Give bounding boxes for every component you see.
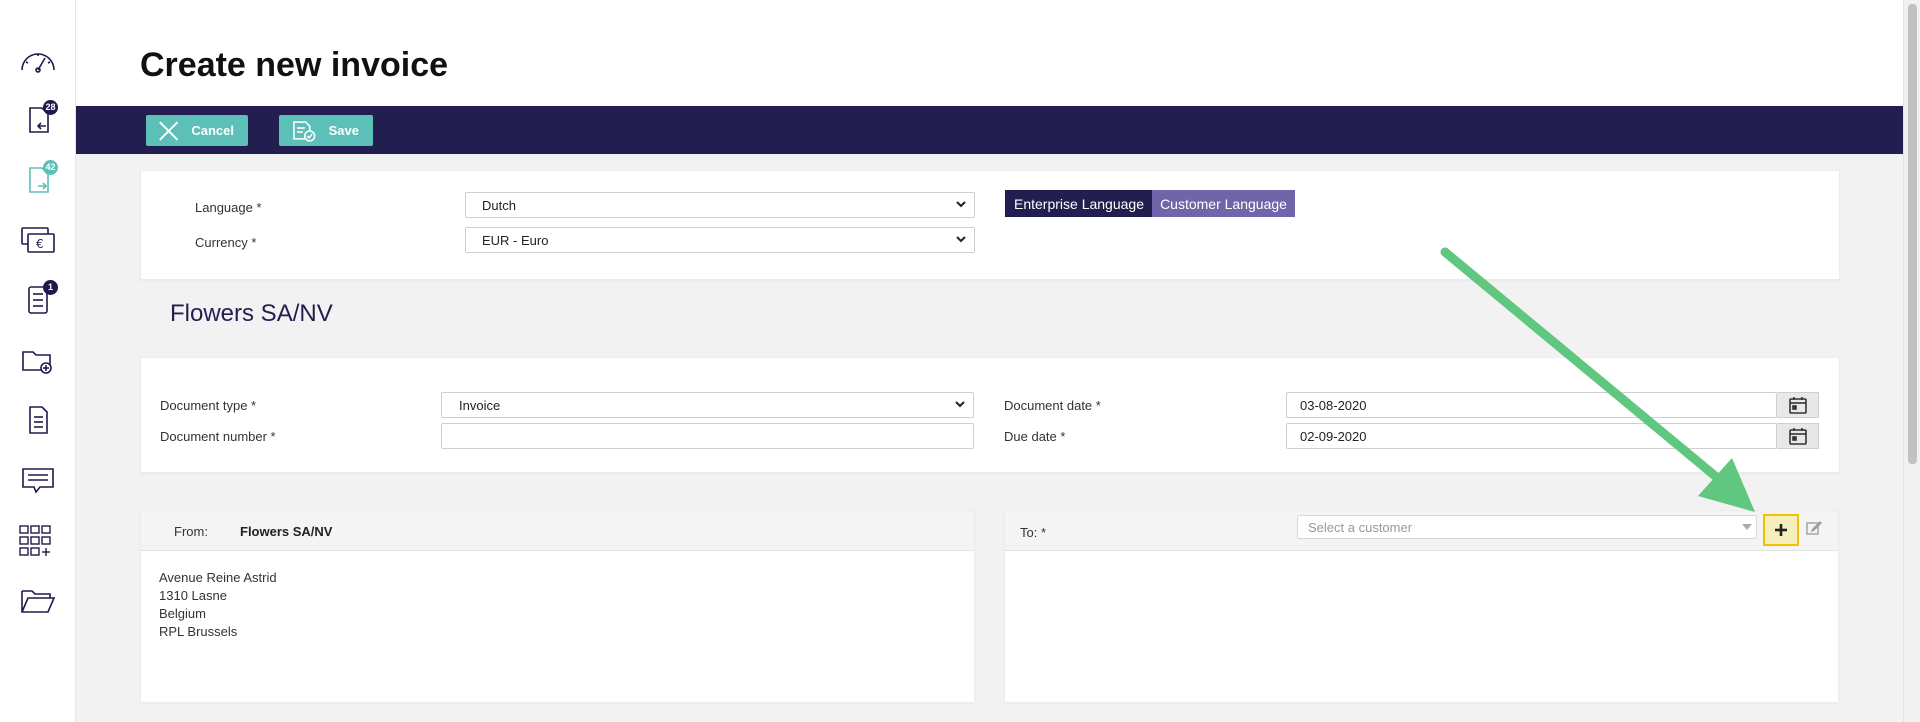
chevron-down-icon bbox=[956, 201, 966, 208]
due-date-calendar-button[interactable] bbox=[1777, 423, 1819, 449]
language-currency-card bbox=[140, 170, 1840, 280]
sidebar: 28 42 € 1 bbox=[0, 0, 76, 722]
edit-customer-button[interactable] bbox=[1800, 515, 1828, 541]
chevron-down-icon bbox=[955, 401, 965, 408]
customer-language-button[interactable]: Customer Language bbox=[1152, 190, 1295, 217]
document-date-input[interactable]: 03-08-2020 bbox=[1286, 392, 1777, 418]
chevron-down-icon bbox=[956, 236, 966, 243]
messages-icon bbox=[22, 468, 54, 494]
address-line: 1310 Lasne bbox=[159, 588, 227, 603]
action-toolbar: Cancel Save bbox=[76, 106, 1903, 154]
sidebar-item-folder[interactable] bbox=[18, 580, 58, 620]
address-line: RPL Brussels bbox=[159, 624, 238, 639]
caret-down-icon bbox=[1742, 524, 1752, 530]
folder-icon bbox=[21, 590, 56, 613]
plus-icon bbox=[1775, 524, 1787, 536]
svg-text:€: € bbox=[36, 237, 44, 251]
from-card: From: Flowers SA/NV Avenue Reine Astrid … bbox=[140, 510, 975, 703]
document-type-label: Document type * bbox=[160, 398, 257, 413]
company-name: Flowers SA/NV bbox=[170, 300, 333, 327]
document-date-label: Document date * bbox=[1004, 398, 1101, 413]
close-icon bbox=[159, 120, 179, 141]
sidebar-item-messages[interactable] bbox=[18, 460, 58, 500]
sidebar-item-document[interactable] bbox=[18, 400, 58, 440]
calendar-icon bbox=[1788, 397, 1807, 414]
from-company-name: Flowers SA/NV bbox=[240, 524, 333, 539]
document-number-label: Document number * bbox=[160, 429, 276, 444]
sidebar-item-incoming[interactable]: 28 bbox=[18, 100, 58, 140]
save-button[interactable]: Save bbox=[279, 115, 373, 146]
from-address: Avenue Reine Astrid 1310 Lasne Belgium R… bbox=[159, 569, 277, 641]
due-date-input[interactable]: 02-09-2020 bbox=[1286, 423, 1777, 449]
enterprise-language-button[interactable]: Enterprise Language bbox=[1005, 190, 1153, 217]
save-document-icon bbox=[293, 120, 316, 142]
document-date-calendar-button[interactable] bbox=[1777, 392, 1819, 418]
page-title: Create new invoice bbox=[140, 46, 449, 84]
sidebar-item-apps[interactable] bbox=[18, 520, 58, 560]
from-header: From: Flowers SA/NV bbox=[141, 511, 974, 551]
dashboard-icon bbox=[21, 53, 55, 73]
currency-label: Currency * bbox=[195, 235, 257, 250]
scrollbar-thumb[interactable] bbox=[1908, 4, 1917, 464]
sidebar-item-dashboard[interactable] bbox=[18, 40, 58, 80]
to-label: To: * bbox=[1020, 525, 1047, 540]
incoming-count-badge: 28 bbox=[43, 100, 58, 115]
payments-icon: € bbox=[21, 227, 55, 253]
cancel-label: Cancel bbox=[191, 123, 234, 138]
apps-icon bbox=[19, 525, 51, 556]
add-folder-icon bbox=[22, 351, 52, 374]
customer-placeholder: Select a customer bbox=[1308, 520, 1413, 535]
customer-select[interactable]: Select a customer bbox=[1297, 515, 1757, 539]
vertical-scrollbar[interactable] bbox=[1903, 0, 1920, 722]
document-number-input[interactable] bbox=[441, 423, 974, 449]
currency-value: EUR - Euro bbox=[482, 233, 549, 248]
due-date-label: Due date * bbox=[1004, 429, 1066, 444]
sidebar-item-outgoing[interactable]: 42 bbox=[18, 160, 58, 200]
tasks-count-badge: 1 bbox=[43, 280, 58, 295]
calendar-icon bbox=[1788, 428, 1807, 445]
sidebar-item-add-folder[interactable] bbox=[18, 340, 58, 380]
currency-select[interactable]: EUR - Euro bbox=[465, 227, 975, 253]
edit-icon bbox=[1806, 521, 1822, 535]
document-icon bbox=[29, 406, 48, 434]
language-select[interactable]: Dutch bbox=[465, 192, 975, 218]
sidebar-item-tasks[interactable]: 1 bbox=[18, 280, 58, 320]
document-type-select[interactable]: Invoice bbox=[441, 392, 974, 418]
document-type-value: Invoice bbox=[459, 398, 501, 413]
save-label: Save bbox=[328, 123, 359, 138]
add-customer-button[interactable] bbox=[1763, 514, 1799, 546]
address-line: Belgium bbox=[159, 606, 206, 621]
cancel-button[interactable]: Cancel bbox=[146, 115, 248, 146]
from-label: From: bbox=[174, 524, 208, 539]
address-line: Avenue Reine Astrid bbox=[159, 570, 277, 585]
language-value: Dutch bbox=[482, 198, 516, 213]
sidebar-item-payments[interactable]: € bbox=[18, 220, 58, 260]
outgoing-count-badge: 42 bbox=[43, 160, 58, 175]
language-label: Language * bbox=[195, 200, 262, 215]
